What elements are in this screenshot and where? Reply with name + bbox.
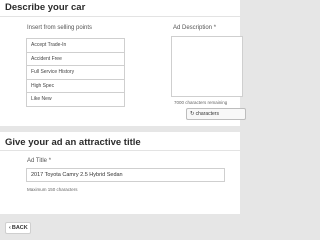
ad-description-label: Ad Description *	[173, 25, 216, 31]
back-button-label: BACK	[11, 225, 28, 231]
selling-point-item-like-new[interactable]: Like New	[27, 93, 124, 107]
ad-description-textarea[interactable]	[171, 36, 243, 97]
selling-points-list: Accept Trade-In Accident Free Full Servi…	[26, 38, 125, 107]
section-divider	[0, 16, 240, 17]
selling-point-item-accident-free[interactable]: Accident Free	[27, 53, 124, 66]
ad-title-input[interactable]: 2017 Toyota Camry 2.5 Hybrid Sedan	[26, 168, 225, 182]
selling-points-label: Insert from selling points	[27, 25, 93, 31]
ad-description-label-text: Ad Description	[173, 25, 213, 31]
ad-title-section: Give your ad an attractive title Ad Titl…	[0, 132, 240, 214]
spellcheck-icon: ↻	[190, 111, 195, 117]
characters-remaining-text: 7000 characters remaining	[174, 100, 228, 105]
selling-point-item-accept-trade-in[interactable]: Accept Trade-In	[27, 39, 124, 53]
required-marker: *	[213, 25, 217, 31]
ad-title-heading: Give your ad an attractive title	[5, 137, 141, 148]
chevron-left-icon: ‹	[9, 225, 11, 231]
section-divider	[0, 150, 240, 151]
describe-car-heading: Describe your car	[5, 2, 86, 13]
ad-title-label: Ad Title *	[27, 158, 51, 164]
check-button-label: characters	[195, 111, 219, 117]
required-marker: *	[48, 158, 52, 164]
describe-car-section: Describe your car Insert from selling po…	[0, 0, 246, 126]
back-button[interactable]: ‹BACK	[5, 222, 31, 234]
ad-title-label-text: Ad Title	[27, 158, 48, 164]
check-characters-button[interactable]: ↻characters	[186, 108, 246, 120]
selling-point-item-full-service-history[interactable]: Full Service History	[27, 66, 124, 80]
max-characters-text: Maximum 150 characters	[27, 187, 78, 192]
selling-point-item-high-spec[interactable]: High Spec	[27, 80, 124, 93]
